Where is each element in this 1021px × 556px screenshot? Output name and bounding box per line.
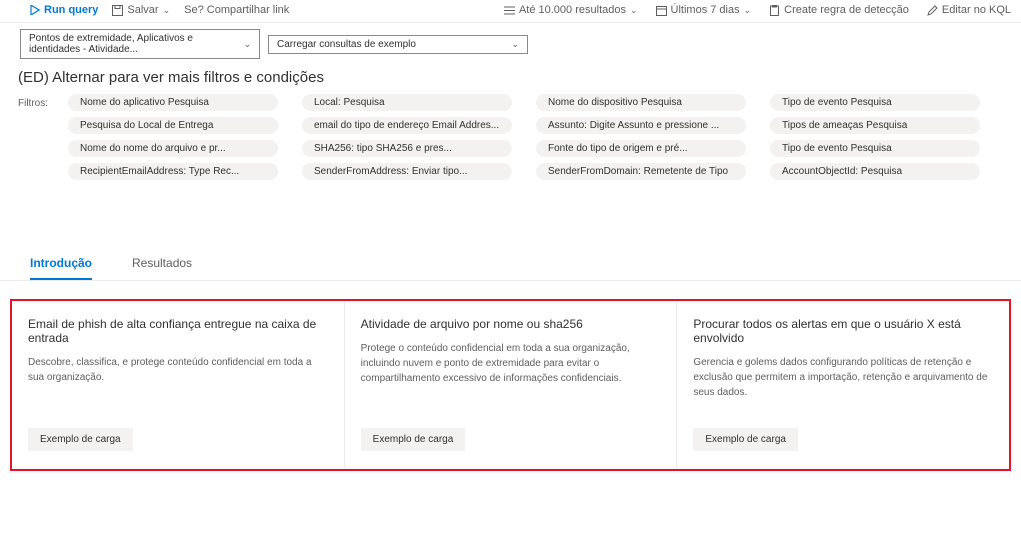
share-label: Se? Compartilhar link xyxy=(184,4,289,16)
save-label: Salvar xyxy=(127,4,158,16)
tabs: Introdução Resultados xyxy=(0,190,1021,281)
samples-dropdown-label: Carregar consultas de exemplo xyxy=(277,39,416,50)
chevron-down-icon: ⌄ xyxy=(243,39,251,50)
filters-section: Filtros: Nome do aplicativo Pesquisa Loc… xyxy=(0,92,1021,190)
page-heading: (ED) Alternar para ver mais filtros e co… xyxy=(0,65,1021,92)
run-query-button[interactable]: Run query xyxy=(30,4,98,16)
results-limit-label: Até 10.000 resultados xyxy=(519,4,626,16)
filter-pill[interactable]: AccountObjectId: Pesquisa xyxy=(770,163,980,180)
load-example-button[interactable]: Exemplo de carga xyxy=(361,428,466,451)
clipboard-icon xyxy=(769,5,780,16)
load-example-button[interactable]: Exemplo de carga xyxy=(693,428,798,451)
filter-pill[interactable]: SenderFromAddress: Enviar tipo... xyxy=(302,163,512,180)
chevron-down-icon: ⌄ xyxy=(630,5,638,16)
time-range-label: Últimos 7 dias xyxy=(671,4,740,16)
edit-kql-button[interactable]: Editar no KQL xyxy=(927,4,1011,16)
filter-pill[interactable]: email do tipo de endereço Email Addres..… xyxy=(302,117,512,134)
create-rule-button[interactable]: Create regra de detecção xyxy=(769,4,909,16)
toolbar-left: Run query Salvar ⌄ Se? Compartilhar link xyxy=(30,4,289,16)
tab-results[interactable]: Resultados xyxy=(132,250,192,280)
card-desc: Descobre, classifica, e protege conteúdo… xyxy=(28,355,328,400)
card-user-alerts: Procurar todos os alertas em que o usuár… xyxy=(677,301,1009,469)
filter-pill[interactable]: Nome do nome do arquivo e pr... xyxy=(68,140,278,157)
scope-dropdown[interactable]: Pontos de extremidade, Aplicativos e ide… xyxy=(20,29,260,59)
filter-pill[interactable]: Local: Pesquisa xyxy=(302,94,512,111)
load-example-button[interactable]: Exemplo de carga xyxy=(28,428,133,451)
card-phish-email: Email de phish de alta confiança entregu… xyxy=(12,301,345,469)
samples-dropdown[interactable]: Carregar consultas de exemplo ⌄ xyxy=(268,35,528,54)
edit-kql-label: Editar no KQL xyxy=(942,4,1011,16)
results-limit-button[interactable]: Até 10.000 resultados ⌄ xyxy=(504,4,638,16)
time-range-button[interactable]: Últimos 7 dias ⌄ xyxy=(656,4,752,16)
filter-pill[interactable]: SenderFromDomain: Remetente de Tipo xyxy=(536,163,746,180)
cards-container: Email de phish de alta confiança entregu… xyxy=(10,299,1011,471)
edit-icon xyxy=(927,5,938,16)
card-desc: Gerencia e golems dados configurando pol… xyxy=(693,355,993,400)
card-title: Email de phish de alta confiança entregu… xyxy=(28,317,328,345)
filter-pill[interactable]: Assunto: Digite Assunto e pressione ... xyxy=(536,117,746,134)
run-query-label: Run query xyxy=(44,4,98,16)
create-rule-label: Create regra de detecção xyxy=(784,4,909,16)
list-icon xyxy=(504,5,515,16)
toolbar: Run query Salvar ⌄ Se? Compartilhar link… xyxy=(0,0,1021,23)
filter-pill[interactable]: Nome do aplicativo Pesquisa xyxy=(68,94,278,111)
save-button[interactable]: Salvar ⌄ xyxy=(112,4,170,16)
share-button[interactable]: Se? Compartilhar link xyxy=(184,4,289,16)
chevron-down-icon: ⌄ xyxy=(511,39,519,50)
card-title: Procurar todos os alertas em que o usuár… xyxy=(693,317,993,345)
filter-pill[interactable]: Tipo de evento Pesquisa xyxy=(770,94,980,111)
chevron-down-icon: ⌄ xyxy=(163,5,171,16)
card-title: Atividade de arquivo por nome ou sha256 xyxy=(361,317,661,331)
card-file-activity: Atividade de arquivo por nome ou sha256 … xyxy=(345,301,678,469)
play-icon xyxy=(30,5,40,15)
filter-pill[interactable]: Nome do dispositivo Pesquisa xyxy=(536,94,746,111)
filter-pill[interactable]: Fonte do tipo de origem e pré... xyxy=(536,140,746,157)
filters-grid: Nome do aplicativo Pesquisa Local: Pesqu… xyxy=(68,94,980,180)
tab-intro[interactable]: Introdução xyxy=(30,250,92,280)
chevron-down-icon: ⌄ xyxy=(744,5,752,16)
save-icon xyxy=(112,5,123,16)
toolbar-right: Até 10.000 resultados ⌄ Últimos 7 dias ⌄… xyxy=(504,4,1011,16)
filter-pill[interactable]: Tipo de evento Pesquisa xyxy=(770,140,980,157)
dropdown-row: Pontos de extremidade, Aplicativos e ide… xyxy=(0,23,1021,65)
filter-pill[interactable]: Pesquisa do Local de Entrega xyxy=(68,117,278,134)
calendar-icon xyxy=(656,5,667,16)
filter-pill[interactable]: SHA256: tipo SHA256 e pres... xyxy=(302,140,512,157)
card-desc: Protege o conteúdo confidencial em toda … xyxy=(361,341,661,400)
scope-dropdown-label: Pontos de extremidade, Aplicativos e ide… xyxy=(29,33,243,55)
filters-label: Filtros: xyxy=(18,94,58,180)
filter-pill[interactable]: RecipientEmailAddress: Type Rec... xyxy=(68,163,278,180)
filter-pill[interactable]: Tipos de ameaças Pesquisa xyxy=(770,117,980,134)
